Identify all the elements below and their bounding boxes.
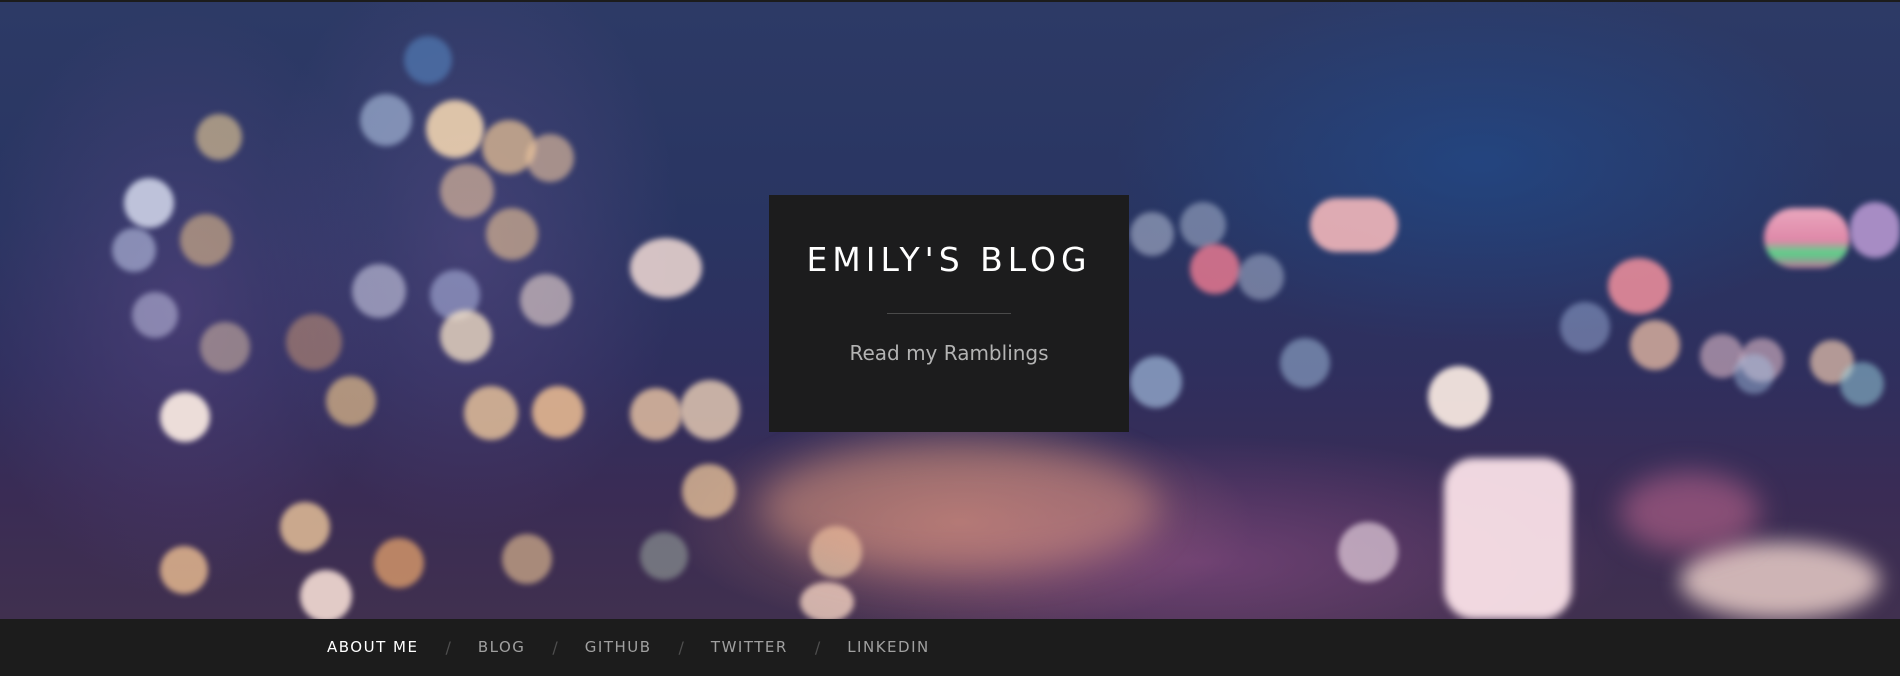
bokeh-light <box>1238 254 1284 300</box>
nav-link-linkedin[interactable]: LINKEDIN <box>847 638 930 656</box>
bokeh-light <box>532 386 584 438</box>
bokeh-light <box>1734 354 1774 394</box>
bokeh-light <box>1130 356 1182 408</box>
nav-link-blog[interactable]: BLOG <box>478 638 526 656</box>
bokeh-light <box>1764 208 1850 268</box>
bokeh-light <box>326 376 376 426</box>
nav-item-github: GITHUB <box>585 638 652 657</box>
bokeh-light <box>502 534 552 584</box>
bokeh-light <box>300 570 352 619</box>
nav-link-about-me[interactable]: ABOUT ME <box>327 638 418 656</box>
bokeh-light <box>1190 244 1240 294</box>
nav-list: ABOUT ME / BLOG / GITHUB / TWITTER / LIN… <box>327 619 930 676</box>
nav-separator: / <box>552 638 558 657</box>
bokeh-light <box>440 164 494 218</box>
main-navigation: ABOUT ME / BLOG / GITHUB / TWITTER / LIN… <box>0 619 1900 676</box>
bokeh-light <box>1130 212 1174 256</box>
bokeh-light <box>1620 472 1760 552</box>
bokeh-light <box>1850 202 1900 258</box>
bokeh-light <box>1338 522 1398 582</box>
bokeh-light <box>680 380 740 440</box>
nav-item-twitter: TWITTER <box>711 638 788 657</box>
bokeh-light <box>630 388 682 440</box>
bokeh-light <box>1310 198 1398 252</box>
bokeh-light <box>440 310 492 362</box>
nav-separator: / <box>814 638 821 657</box>
site-title[interactable]: EMILY'S BLOG <box>769 195 1129 279</box>
bokeh-light <box>160 392 210 442</box>
bokeh-light <box>760 442 1160 572</box>
bokeh-light <box>1840 362 1884 406</box>
bokeh-light <box>286 314 342 370</box>
bokeh-light <box>630 238 702 298</box>
bokeh-light <box>1630 320 1680 370</box>
nav-link-twitter[interactable]: TWITTER <box>711 638 788 656</box>
bokeh-light <box>200 322 250 372</box>
nav-item-about-me: ABOUT ME <box>327 638 418 657</box>
title-divider <box>887 313 1011 314</box>
nav-item-blog: BLOG <box>478 638 526 657</box>
bokeh-light <box>1444 458 1572 619</box>
site-title-box: EMILY'S BLOG Read my Ramblings <box>769 195 1129 432</box>
bokeh-light <box>486 208 538 260</box>
bokeh-light <box>426 100 484 158</box>
nav-separator: / <box>678 638 684 657</box>
bokeh-light <box>112 228 156 272</box>
bokeh-light <box>374 538 424 588</box>
bokeh-light <box>132 292 178 338</box>
bokeh-light <box>196 114 242 160</box>
bokeh-light <box>280 502 330 552</box>
bokeh-light <box>404 36 452 84</box>
bokeh-light <box>1280 338 1330 388</box>
bokeh-light <box>682 464 736 518</box>
nav-separator: / <box>445 638 451 657</box>
nav-link-github[interactable]: GITHUB <box>585 638 652 656</box>
site-tagline: Read my Ramblings <box>849 341 1049 365</box>
bokeh-light <box>640 532 688 580</box>
bokeh-light <box>526 134 574 182</box>
bokeh-light <box>352 264 406 318</box>
bokeh-light <box>1680 542 1880 619</box>
bokeh-light <box>1608 258 1670 314</box>
bokeh-light <box>124 178 174 228</box>
bokeh-light <box>180 214 232 266</box>
bokeh-light <box>1560 302 1610 352</box>
bokeh-light <box>464 386 518 440</box>
bokeh-light <box>360 94 412 146</box>
bokeh-light <box>1428 366 1490 428</box>
nav-item-linkedin: LINKEDIN <box>847 638 930 657</box>
bokeh-light <box>1180 202 1226 248</box>
bokeh-light <box>160 546 208 594</box>
bokeh-light <box>520 274 572 326</box>
hero-header: EMILY'S BLOG Read my Ramblings <box>0 2 1900 619</box>
bokeh-light <box>800 582 854 619</box>
